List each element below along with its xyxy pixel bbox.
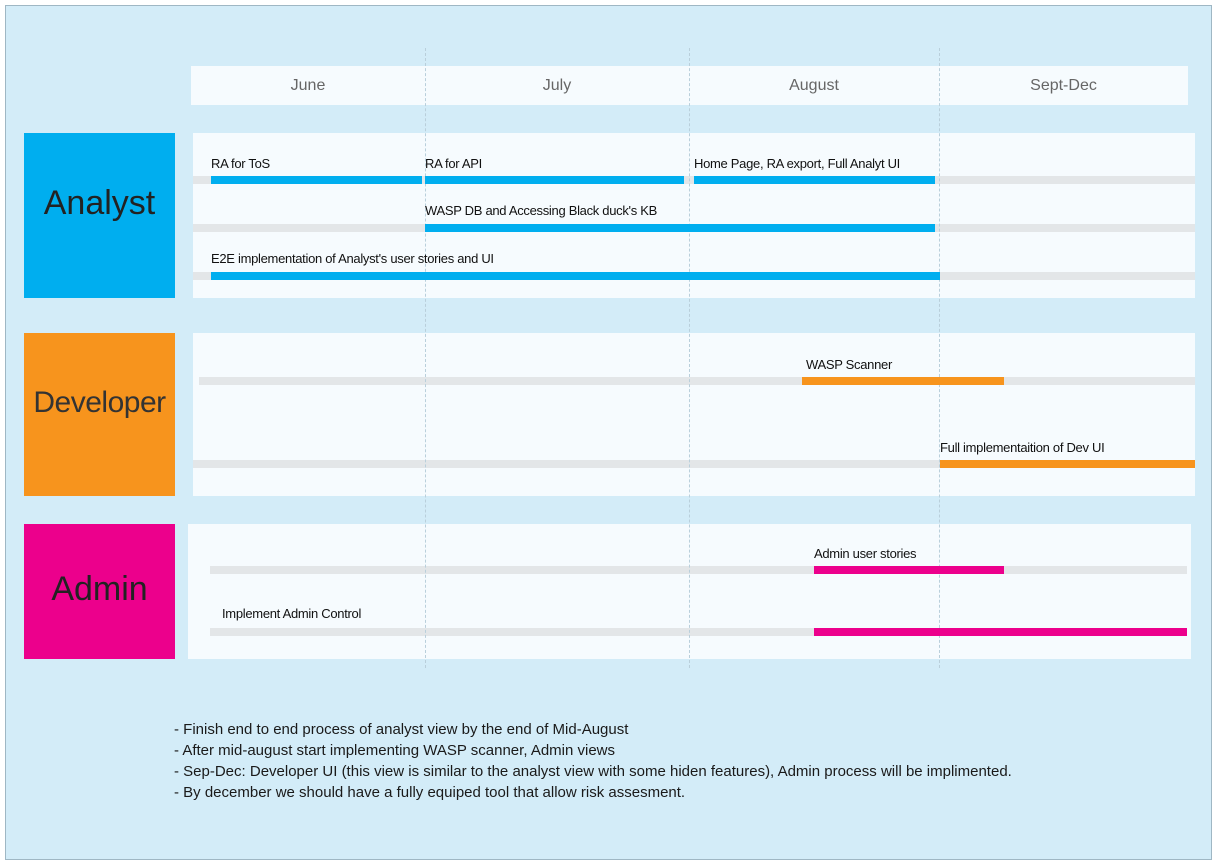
task-label: WASP Scanner xyxy=(806,357,892,372)
note-item: - After mid-august start implementing WA… xyxy=(174,742,616,759)
developer-role-label: Developer xyxy=(33,386,166,419)
task-bar xyxy=(940,460,1195,468)
task-bar xyxy=(802,377,1004,385)
admin-role-block: Admin xyxy=(24,524,175,659)
task-label: RA for ToS xyxy=(211,156,270,171)
task-label: Home Page, RA export, Full Analyt UI xyxy=(694,156,900,171)
task-bar xyxy=(211,176,422,184)
analyst-role-label: Analyst xyxy=(43,184,156,222)
task-bar xyxy=(425,176,684,184)
analyst-panel: RA for ToS RA for API Home Page, RA expo… xyxy=(193,133,1195,298)
developer-role-block: Developer xyxy=(24,333,175,496)
task-label: Implement Admin Control xyxy=(222,606,362,621)
column-divider xyxy=(425,48,426,668)
task-label: E2E implementation of Analyst's user sto… xyxy=(211,251,494,266)
task-label: WASP DB and Accessing Black duck's KB xyxy=(425,203,657,218)
roadmap-canvas: June July August Sept-Dec Analyst RA for… xyxy=(5,5,1212,860)
month-july: July xyxy=(542,77,572,94)
month-august: August xyxy=(789,77,839,94)
month-sept-dec: Sept-Dec xyxy=(1030,77,1097,94)
task-label: RA for API xyxy=(425,156,482,171)
note-item: - By december we should have a fully equ… xyxy=(174,784,686,801)
task-label: Admin user stories xyxy=(814,546,917,561)
task-bar xyxy=(814,566,1004,574)
track xyxy=(199,377,1195,385)
admin-role-label: Admin xyxy=(51,570,148,608)
task-label: Full implementaition of Dev UI xyxy=(940,440,1105,455)
task-bar xyxy=(694,176,935,184)
track xyxy=(210,566,1187,574)
analyst-role-block: Analyst xyxy=(24,133,175,298)
month-june: June xyxy=(290,77,326,94)
note-item: - Finish end to end process of analyst v… xyxy=(174,721,629,738)
column-divider xyxy=(939,48,940,668)
task-bar xyxy=(211,272,940,280)
note-item: - Sep-Dec: Developer UI (this view is si… xyxy=(174,763,1012,780)
column-divider xyxy=(689,48,690,668)
developer-panel: WASP Scanner Full implementaition of Dev… xyxy=(193,333,1195,496)
notes-list: - Finish end to end process of analyst v… xyxy=(174,719,1012,803)
task-bar xyxy=(814,628,1187,636)
task-bar xyxy=(425,224,935,232)
